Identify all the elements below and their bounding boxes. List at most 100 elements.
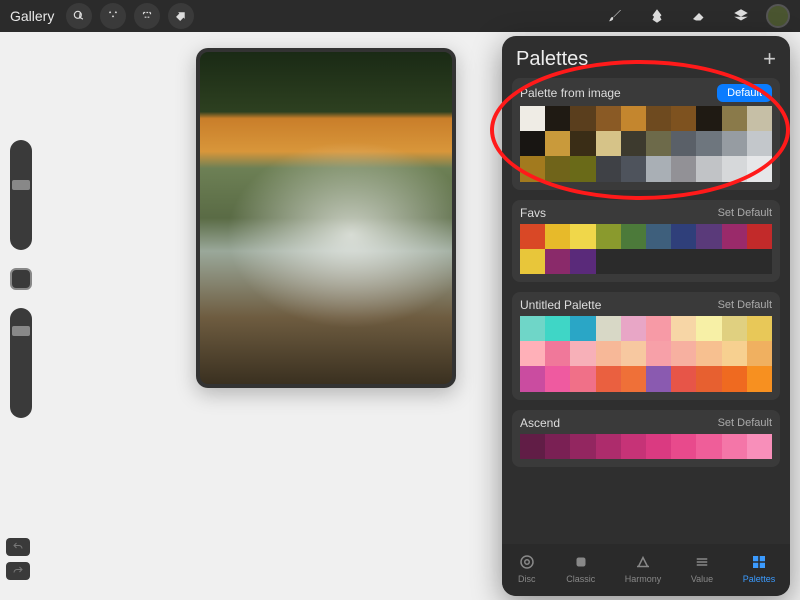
color-swatch[interactable] bbox=[621, 106, 646, 131]
color-swatch[interactable] bbox=[646, 434, 671, 459]
color-swatch[interactable] bbox=[747, 224, 772, 249]
set-default-button[interactable]: Set Default bbox=[718, 207, 772, 219]
color-swatch[interactable] bbox=[646, 156, 671, 181]
color-swatch[interactable] bbox=[747, 366, 772, 391]
color-swatch[interactable] bbox=[621, 434, 646, 459]
palette-name[interactable]: Favs bbox=[520, 206, 546, 220]
color-swatch[interactable] bbox=[520, 224, 545, 249]
color-swatch[interactable] bbox=[545, 249, 570, 274]
color-swatch[interactable] bbox=[722, 156, 747, 181]
color-swatch[interactable] bbox=[621, 341, 646, 366]
adjustments-icon[interactable] bbox=[100, 3, 126, 29]
color-swatch[interactable] bbox=[722, 224, 747, 249]
color-swatch[interactable] bbox=[570, 316, 595, 341]
color-swatch[interactable] bbox=[722, 316, 747, 341]
color-swatch[interactable] bbox=[596, 434, 621, 459]
color-swatch[interactable] bbox=[621, 131, 646, 156]
color-swatch[interactable] bbox=[596, 224, 621, 249]
color-swatch[interactable] bbox=[671, 106, 696, 131]
palette-name[interactable]: Palette from image bbox=[520, 86, 621, 100]
color-swatch[interactable] bbox=[570, 366, 595, 391]
actions-icon[interactable] bbox=[66, 3, 92, 29]
color-swatch[interactable] bbox=[696, 341, 721, 366]
color-swatch[interactable] bbox=[545, 341, 570, 366]
color-swatch[interactable] bbox=[696, 106, 721, 131]
smudge-icon[interactable] bbox=[646, 5, 668, 27]
color-swatch[interactable] bbox=[520, 434, 545, 459]
default-badge[interactable]: Default bbox=[717, 84, 772, 102]
color-swatch[interactable] bbox=[696, 131, 721, 156]
nav-classic[interactable]: Classic bbox=[566, 552, 595, 584]
color-swatch[interactable] bbox=[621, 249, 646, 274]
color-swatch[interactable] bbox=[671, 156, 696, 181]
color-swatch[interactable] bbox=[545, 366, 570, 391]
color-swatch[interactable] bbox=[722, 366, 747, 391]
active-color-chip[interactable] bbox=[766, 4, 790, 28]
color-swatch[interactable] bbox=[646, 316, 671, 341]
add-palette-button[interactable]: + bbox=[763, 46, 776, 72]
color-swatch[interactable] bbox=[696, 366, 721, 391]
color-swatch[interactable] bbox=[621, 156, 646, 181]
redo-button[interactable] bbox=[6, 562, 30, 580]
color-swatch[interactable] bbox=[520, 366, 545, 391]
color-swatch[interactable] bbox=[520, 249, 545, 274]
color-swatch[interactable] bbox=[596, 106, 621, 131]
color-swatch[interactable] bbox=[545, 316, 570, 341]
color-swatch[interactable] bbox=[545, 434, 570, 459]
color-swatch[interactable] bbox=[545, 224, 570, 249]
color-swatch[interactable] bbox=[747, 434, 772, 459]
color-swatch[interactable] bbox=[621, 316, 646, 341]
color-swatch[interactable] bbox=[646, 131, 671, 156]
color-swatch[interactable] bbox=[621, 224, 646, 249]
color-swatch[interactable] bbox=[696, 224, 721, 249]
color-swatch[interactable] bbox=[570, 341, 595, 366]
slider-knob[interactable] bbox=[12, 326, 30, 336]
brush-size-slider[interactable] bbox=[10, 140, 32, 250]
selection-icon[interactable] bbox=[134, 3, 160, 29]
color-swatch[interactable] bbox=[596, 316, 621, 341]
color-swatch[interactable] bbox=[646, 341, 671, 366]
modify-button[interactable] bbox=[10, 268, 32, 290]
palette-name[interactable]: Untitled Palette bbox=[520, 298, 601, 312]
color-swatch[interactable] bbox=[671, 434, 696, 459]
color-swatch[interactable] bbox=[570, 224, 595, 249]
color-swatch[interactable] bbox=[570, 156, 595, 181]
color-swatch[interactable] bbox=[722, 249, 747, 274]
color-swatch[interactable] bbox=[520, 106, 545, 131]
nav-value[interactable]: Value bbox=[691, 552, 713, 584]
color-swatch[interactable] bbox=[696, 316, 721, 341]
palette-name[interactable]: Ascend bbox=[520, 416, 560, 430]
canvas[interactable] bbox=[196, 48, 456, 388]
color-swatch[interactable] bbox=[696, 249, 721, 274]
color-swatch[interactable] bbox=[671, 366, 696, 391]
color-swatch[interactable] bbox=[545, 156, 570, 181]
color-swatch[interactable] bbox=[596, 156, 621, 181]
color-swatch[interactable] bbox=[722, 131, 747, 156]
color-swatch[interactable] bbox=[747, 106, 772, 131]
color-swatch[interactable] bbox=[747, 316, 772, 341]
color-swatch[interactable] bbox=[621, 366, 646, 391]
color-swatch[interactable] bbox=[596, 341, 621, 366]
color-swatch[interactable] bbox=[671, 224, 696, 249]
color-swatch[interactable] bbox=[520, 341, 545, 366]
color-swatch[interactable] bbox=[671, 249, 696, 274]
color-swatch[interactable] bbox=[646, 366, 671, 391]
nav-harmony[interactable]: Harmony bbox=[625, 552, 662, 584]
color-swatch[interactable] bbox=[671, 131, 696, 156]
eraser-icon[interactable] bbox=[688, 5, 710, 27]
color-swatch[interactable] bbox=[596, 131, 621, 156]
color-swatch[interactable] bbox=[747, 249, 772, 274]
transform-icon[interactable] bbox=[168, 3, 194, 29]
color-swatch[interactable] bbox=[671, 316, 696, 341]
color-swatch[interactable] bbox=[646, 224, 671, 249]
color-swatch[interactable] bbox=[570, 249, 595, 274]
color-swatch[interactable] bbox=[696, 434, 721, 459]
brush-opacity-slider[interactable] bbox=[10, 308, 32, 418]
color-swatch[interactable] bbox=[520, 316, 545, 341]
color-swatch[interactable] bbox=[671, 341, 696, 366]
color-swatch[interactable] bbox=[596, 366, 621, 391]
color-swatch[interactable] bbox=[520, 156, 545, 181]
color-swatch[interactable] bbox=[747, 341, 772, 366]
layers-icon[interactable] bbox=[730, 5, 752, 27]
color-swatch[interactable] bbox=[596, 249, 621, 274]
